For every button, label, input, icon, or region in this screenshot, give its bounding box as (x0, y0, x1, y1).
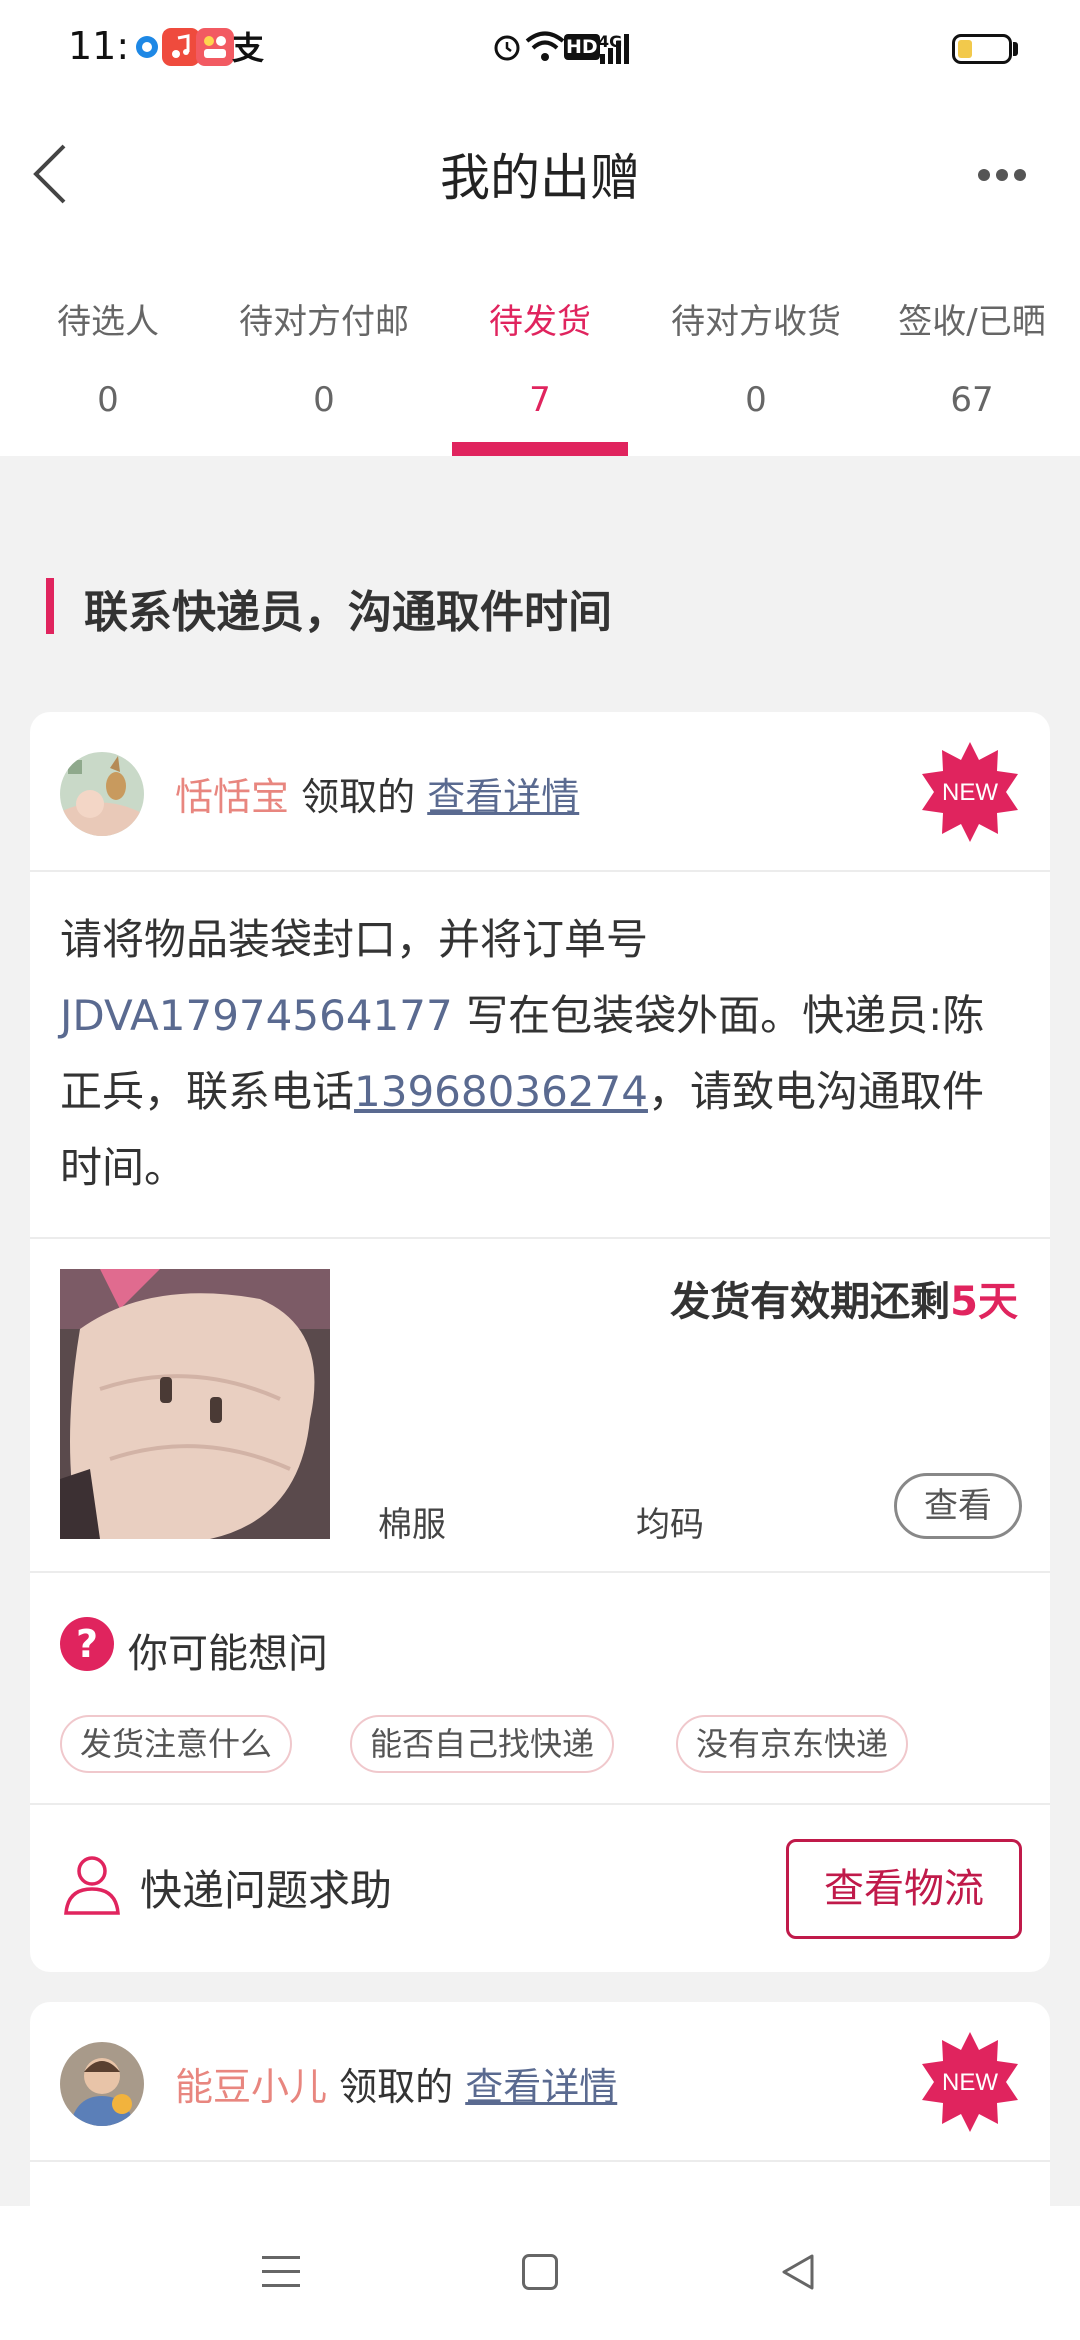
tab-pending-postage[interactable]: 待对方付邮 0 (216, 244, 432, 456)
tab-count: 0 (745, 380, 767, 420)
photo-app-icon (196, 28, 234, 66)
hd-icon: HD (564, 34, 600, 60)
more-options-icon[interactable] (978, 166, 1038, 182)
nav-back-icon[interactable] (778, 2252, 818, 2292)
new-badge: NEW (918, 740, 1022, 844)
tab-count: 0 (97, 380, 119, 420)
claimed-label: 领取的 (339, 2065, 454, 2109)
courier-phone-link[interactable]: 13968036274 (354, 1067, 648, 1116)
tab-pending-shipment[interactable]: 待发货 7 (432, 244, 648, 456)
tab-label: 待选人 (57, 302, 159, 342)
section-title: 联系快递员，沟通取件时间 (84, 587, 612, 638)
claim-line: 能豆小儿 领取的 查看详情 (175, 2056, 617, 2111)
alipay-icon: 支 (232, 29, 265, 67)
tab-pending-receipt[interactable]: 待对方收货 0 (648, 244, 864, 456)
card-header: 恬恬宝 领取的 查看详情 NEW (30, 712, 1050, 872)
gift-card: 恬恬宝 领取的 查看详情 NEW 请将物品装袋封口，并将订单号 JDVA1797… (30, 712, 1050, 1972)
tab-label: 待对方付邮 (239, 302, 409, 342)
new-badge-label: NEW (942, 2069, 998, 2096)
new-badge-label: NEW (942, 779, 998, 806)
card-header: 能豆小儿 领取的 查看详情 NEW (30, 2002, 1050, 2162)
faq-title: 你可能想问 (128, 1631, 328, 1677)
system-nav-bar (0, 2206, 1080, 2340)
tab-pending-selection[interactable]: 待选人 0 (0, 244, 216, 456)
faq-section: ? 你可能想问 发货注意什么 能否自己找快递 没有京东快递 (30, 1575, 1050, 1805)
order-number: JDVA17974564177 (60, 991, 453, 1040)
page-title: 我的出赠 (440, 149, 640, 207)
tab-count: 7 (529, 380, 551, 420)
shipping-deadline: 发货有效期还剩5天 (670, 1269, 1018, 1327)
alarm-icon (492, 32, 522, 69)
claimed-label: 领取的 (301, 775, 416, 819)
faq-chip[interactable]: 能否自己找快递 (350, 1715, 615, 1773)
music-app-icon (162, 28, 200, 66)
claim-line: 恬恬宝 领取的 查看详情 (175, 766, 579, 821)
recipient-name[interactable]: 恬恬宝 (175, 775, 289, 819)
location-app-icon (128, 28, 166, 66)
tab-count: 0 (313, 380, 335, 420)
tab-signed-shared[interactable]: 签收/已晒 67 (864, 244, 1080, 456)
deadline-days: 5天 (950, 1279, 1018, 1325)
home-icon[interactable] (522, 2254, 558, 2290)
view-details-link[interactable]: 查看详情 (427, 775, 579, 819)
item-name: 棉服 (378, 1505, 446, 1545)
avatar[interactable] (60, 2042, 144, 2126)
item-size: 均码 (636, 1505, 704, 1545)
wifi-icon (524, 30, 566, 71)
faq-chip[interactable]: 没有京东快递 (676, 1715, 909, 1773)
courier-help-link[interactable]: 快递问题求助 (140, 1857, 392, 1918)
section-accent-bar (46, 578, 54, 634)
tab-count: 67 (950, 380, 994, 420)
avatar[interactable] (60, 752, 144, 836)
status-tabs: 待选人 0 待对方付邮 0 待发货 7 待对方收货 0 签收/已晒 67 (0, 244, 1080, 456)
faq-chip[interactable]: 发货注意什么 (60, 1715, 293, 1773)
courier-help-row: 快递问题求助 查看物流 (30, 1805, 1050, 1972)
status-bar: 11:06 支 HD 4G (0, 0, 1080, 96)
tab-label: 待对方收货 (671, 302, 841, 342)
menu-icon[interactable] (262, 2254, 300, 2290)
recipient-name[interactable]: 能豆小儿 (175, 2065, 327, 2109)
item-row: 发货有效期还剩5天 棉服 均码 查看 (30, 1237, 1050, 1573)
view-details-link[interactable]: 查看详情 (465, 2065, 617, 2109)
tab-label: 待发货 (489, 302, 591, 342)
shipping-instructions: 请将物品装袋封口，并将订单号 JDVA17974564177 写在包装袋外面。快… (60, 902, 1020, 1206)
view-item-button[interactable]: 查看 (894, 1473, 1022, 1539)
deadline-label: 发货有效期还剩 (670, 1279, 951, 1325)
instruction-prefix: 请将物品装袋封口，并将订单号 (60, 915, 649, 964)
question-icon: ? (60, 1617, 114, 1671)
active-tab-indicator (452, 442, 628, 456)
app-header: 我的出赠 (0, 96, 1080, 244)
user-icon (62, 1853, 122, 1917)
tab-label: 签收/已晒 (898, 302, 1046, 342)
track-logistics-button[interactable]: 查看物流 (786, 1839, 1022, 1939)
new-badge: NEW (918, 2030, 1022, 2134)
item-photo[interactable] (60, 1269, 330, 1539)
battery-icon (952, 34, 1012, 64)
